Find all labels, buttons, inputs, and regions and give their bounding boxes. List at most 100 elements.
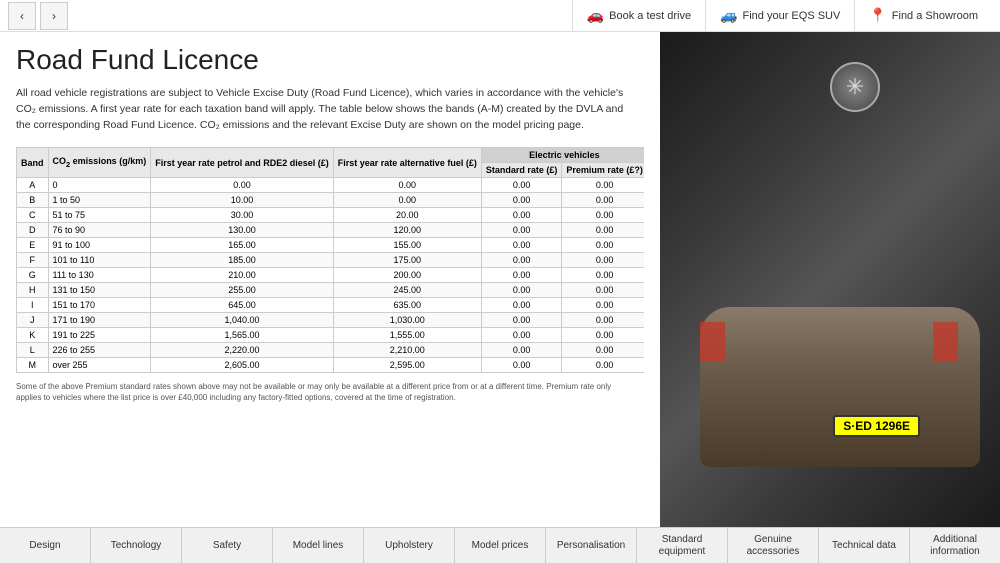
- table-row: I 151 to 170 645.00 635.00 0.00 0.00 170…: [17, 298, 645, 313]
- band-cell: H: [17, 283, 49, 298]
- table-row: C 51 to 75 30.00 20.00 0.00 0.00 170.00 …: [17, 208, 645, 223]
- elec-std-cell: 0.00: [481, 223, 562, 238]
- first-year-header: First year rate petrol and RDE2 diesel (…: [151, 148, 334, 178]
- first-year-alt-cell: 155.00: [333, 238, 481, 253]
- band-cell: D: [17, 223, 49, 238]
- mercedes-logo: ✳: [830, 62, 880, 112]
- bottom-nav-model-prices[interactable]: Model prices: [455, 528, 546, 563]
- band-cell: K: [17, 328, 49, 343]
- test-drive-label: Book a test drive: [609, 10, 691, 22]
- table-row: F 101 to 110 185.00 175.00 0.00 0.00 170…: [17, 253, 645, 268]
- first-year-cell: 210.00: [151, 268, 334, 283]
- left-tail-light: [700, 322, 725, 362]
- location-icon: 📍: [869, 7, 886, 24]
- elec-prem-cell: 0.00: [562, 343, 644, 358]
- first-year-alt-cell: 0.00: [333, 178, 481, 193]
- action-buttons: 🚗 Book a test drive 🚙 Find your EQS SUV …: [572, 0, 992, 32]
- table-row: A 0 0.00 0.00 0.00 0.00 0.00 0.00 0.00 0…: [17, 178, 645, 193]
- first-year-cell: 1,040.00: [151, 313, 334, 328]
- co2-cell: 171 to 190: [48, 313, 151, 328]
- elec-std-cell: 0.00: [481, 283, 562, 298]
- co2-header: CO2 emissions (g/km): [48, 148, 151, 178]
- suv-icon: 🚙: [720, 7, 737, 24]
- band-cell: J: [17, 313, 49, 328]
- band-cell: E: [17, 238, 49, 253]
- band-cell: G: [17, 268, 49, 283]
- bottom-nav-technical-data[interactable]: Technical data: [819, 528, 910, 563]
- elec-std-cell: 0.00: [481, 343, 562, 358]
- bottom-nav-safety[interactable]: Safety: [182, 528, 273, 563]
- elec-prem-header: Premium rate (£?): [562, 163, 644, 178]
- co2-cell: 101 to 110: [48, 253, 151, 268]
- first-year-alt-cell: 20.00: [333, 208, 481, 223]
- table-row: B 1 to 50 10.00 0.00 0.00 0.00 170.00 56…: [17, 193, 645, 208]
- co2-cell: 191 to 225: [48, 328, 151, 343]
- band-cell: C: [17, 208, 49, 223]
- table-row: D 76 to 90 130.00 120.00 0.00 0.00 170.0…: [17, 223, 645, 238]
- find-showroom-button[interactable]: 📍 Find a Showroom: [854, 0, 992, 32]
- co2-cell: 76 to 90: [48, 223, 151, 238]
- find-eqs-suv-button[interactable]: 🚙 Find your EQS SUV: [705, 0, 854, 32]
- elec-prem-cell: 0.00: [562, 298, 644, 313]
- first-year-alt-header: First year rate alternative fuel (£): [333, 148, 481, 178]
- co2-cell: 91 to 100: [48, 238, 151, 253]
- first-year-alt-cell: 175.00: [333, 253, 481, 268]
- first-year-alt-cell: 1,030.00: [333, 313, 481, 328]
- elec-std-cell: 0.00: [481, 268, 562, 283]
- first-year-cell: 10.00: [151, 193, 334, 208]
- nav-arrows: ‹ ›: [8, 2, 68, 30]
- first-year-alt-cell: 1,555.00: [333, 328, 481, 343]
- first-year-cell: 130.00: [151, 223, 334, 238]
- table-row: K 191 to 225 1,565.00 1,555.00 0.00 0.00…: [17, 328, 645, 343]
- test-drive-icon: 🚗: [587, 7, 604, 24]
- top-navigation: ‹ › 🚗 Book a test drive 🚙 Find your EQS …: [0, 0, 1000, 32]
- co2-cell: over 255: [48, 358, 151, 373]
- elec-std-cell: 0.00: [481, 358, 562, 373]
- bottom-nav-upholstery[interactable]: Upholstery: [364, 528, 455, 563]
- bottom-nav-standard-equipment[interactable]: Standard equipment: [637, 528, 728, 563]
- first-year-alt-cell: 2,210.00: [333, 343, 481, 358]
- elec-prem-cell: 0.00: [562, 193, 644, 208]
- first-year-alt-cell: 0.00: [333, 193, 481, 208]
- band-cell: B: [17, 193, 49, 208]
- band-cell: I: [17, 298, 49, 313]
- first-year-alt-cell: 120.00: [333, 223, 481, 238]
- first-year-alt-cell: 200.00: [333, 268, 481, 283]
- bottom-nav-design[interactable]: Design: [0, 528, 91, 563]
- band-cell: F: [17, 253, 49, 268]
- table-footnote: Some of the above Premium standard rates…: [16, 381, 636, 403]
- co2-cell: 111 to 130: [48, 268, 151, 283]
- elec-std-cell: 0.00: [481, 298, 562, 313]
- elec-prem-cell: 0.00: [562, 328, 644, 343]
- elec-prem-cell: 0.00: [562, 313, 644, 328]
- table-row: G 111 to 130 210.00 200.00 0.00 0.00 170…: [17, 268, 645, 283]
- first-year-cell: 30.00: [151, 208, 334, 223]
- co2-cell: 226 to 255: [48, 343, 151, 358]
- bottom-nav-additional-information[interactable]: Additional information: [910, 528, 1000, 563]
- elec-std-cell: 0.00: [481, 208, 562, 223]
- license-plate: S·ED 1296E: [833, 415, 920, 437]
- first-year-cell: 165.00: [151, 238, 334, 253]
- band-cell: A: [17, 178, 49, 193]
- elec-std-cell: 0.00: [481, 193, 562, 208]
- car-image-panel: ✳ S·ED 1296E: [660, 32, 1000, 527]
- first-year-alt-cell: 2,595.00: [333, 358, 481, 373]
- bottom-nav-genuine-accessories[interactable]: Genuine accessories: [728, 528, 819, 563]
- elec-prem-cell: 0.00: [562, 268, 644, 283]
- road-fund-table: Band CO2 emissions (g/km) First year rat…: [16, 147, 644, 373]
- table-row: J 171 to 190 1,040.00 1,030.00 0.00 0.00…: [17, 313, 645, 328]
- first-year-cell: 255.00: [151, 283, 334, 298]
- bottom-navigation: DesignTechnologySafetyModel linesUpholst…: [0, 527, 1000, 563]
- next-button[interactable]: ›: [40, 2, 68, 30]
- bottom-nav-technology[interactable]: Technology: [91, 528, 182, 563]
- elec-std-cell: 0.00: [481, 313, 562, 328]
- elec-prem-cell: 0.00: [562, 358, 644, 373]
- bottom-nav-model-lines[interactable]: Model lines: [273, 528, 364, 563]
- bottom-nav-personalisation[interactable]: Personalisation: [546, 528, 637, 563]
- prev-button[interactable]: ‹: [8, 2, 36, 30]
- band-cell: L: [17, 343, 49, 358]
- book-test-drive-button[interactable]: 🚗 Book a test drive: [572, 0, 705, 32]
- elec-prem-cell: 0.00: [562, 238, 644, 253]
- page-title: Road Fund Licence: [16, 44, 644, 76]
- co2-cell: 151 to 170: [48, 298, 151, 313]
